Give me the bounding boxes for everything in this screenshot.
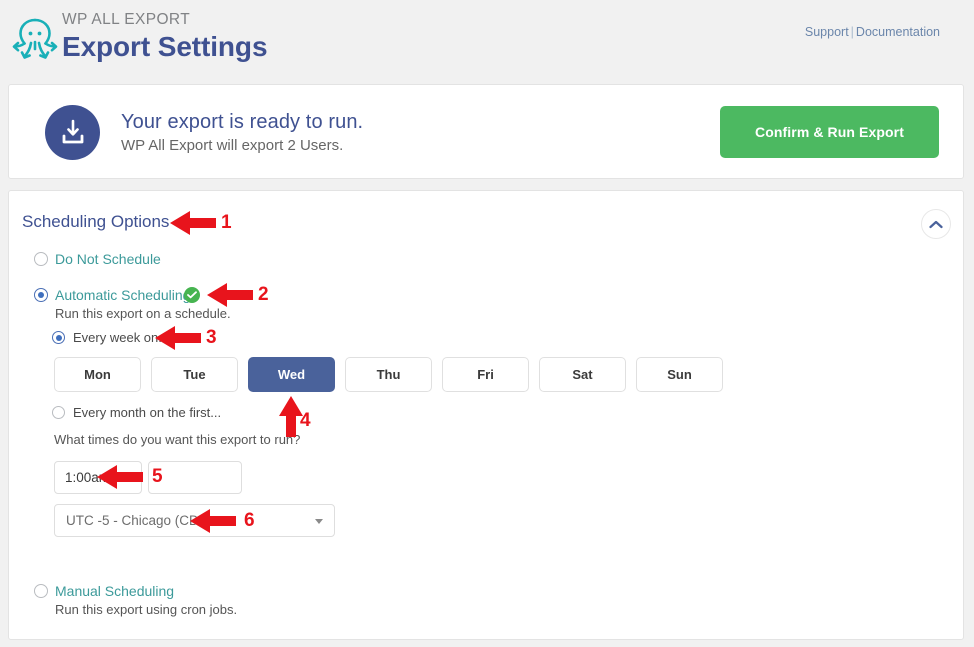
annotation-arrow-1 [170,211,216,235]
annotation-arrow-6 [190,509,236,533]
annotation-number-3: 3 [206,327,217,348]
annotation-arrow-2 [207,283,253,307]
annotation-number-5: 5 [152,466,163,487]
annotation-number-4: 4 [300,410,311,431]
annotation-number-2: 2 [258,284,269,305]
annotation-arrows [97,211,303,533]
annotation-number-6: 6 [244,510,255,531]
annotation-number-1: 1 [221,212,232,233]
annotation-arrow-5 [97,465,143,489]
annotation-arrow-3 [155,326,201,350]
